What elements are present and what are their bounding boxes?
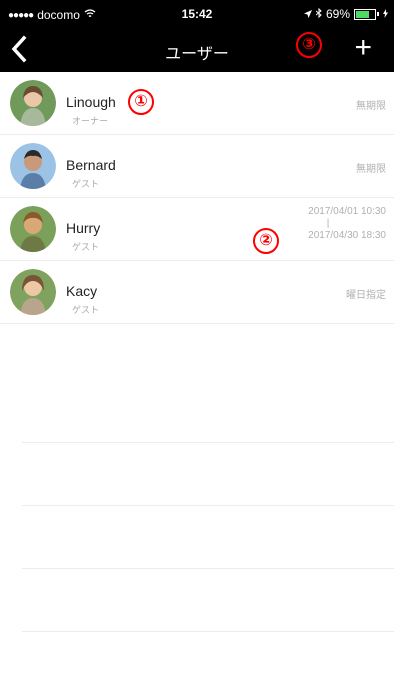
access-period: 2017/04/01 10:30 | 2017/04/30 18:30 <box>308 206 386 242</box>
user-role: ゲスト <box>72 179 100 189</box>
page-title: ユーザー <box>165 46 229 63</box>
user-role: ゲスト <box>72 242 100 252</box>
avatar <box>10 80 56 126</box>
add-user-button[interactable]: + <box>354 30 372 66</box>
user-row-linough[interactable]: Linough ① オーナー 無期限 <box>0 72 394 135</box>
user-name: Kacy <box>66 283 98 299</box>
avatar <box>10 269 56 315</box>
access-end: 2017/04/30 18:30 <box>308 230 386 241</box>
access-start: 2017/04/01 10:30 <box>308 206 386 217</box>
callout-2: ② <box>253 228 279 254</box>
bluetooth-icon <box>315 7 322 21</box>
user-list: Linough ① オーナー 無期限 Bernard ゲスト 無期限 Hurry… <box>0 72 394 324</box>
status-right: 69% <box>303 7 388 21</box>
avatar <box>10 143 56 189</box>
empty-list-area <box>22 380 394 632</box>
user-row-hurry[interactable]: Hurry ② ゲスト 2017/04/01 10:30 | 2017/04/3… <box>0 198 394 261</box>
access-period: 無期限 <box>356 101 386 112</box>
battery-tip <box>377 12 379 16</box>
user-name: Hurry <box>66 220 101 236</box>
user-row-bernard[interactable]: Bernard ゲスト 無期限 <box>0 135 394 198</box>
divider <box>22 443 394 506</box>
battery-icon <box>354 8 376 20</box>
access-separator: | <box>326 218 330 229</box>
user-name: Bernard <box>66 157 116 173</box>
battery-percent: 69% <box>325 7 350 21</box>
nav-bar: ユーザー ③ + <box>0 28 394 72</box>
user-row-kacy[interactable]: Kacy ゲスト 曜日指定 <box>0 261 394 324</box>
avatar <box>10 206 56 252</box>
status-bar: ●●●●● docomo 15:42 69% <box>0 0 394 28</box>
user-role: オーナー <box>72 116 109 126</box>
callout-3: ③ <box>296 32 322 58</box>
access-period: 曜日指定 <box>346 290 386 301</box>
user-role: ゲスト <box>72 305 100 315</box>
charging-icon <box>383 7 388 21</box>
callout-1: ① <box>128 89 154 115</box>
location-icon <box>303 7 312 21</box>
access-period: 無期限 <box>356 164 386 175</box>
divider <box>22 380 394 443</box>
divider <box>22 506 394 569</box>
user-name: Linough <box>66 94 116 110</box>
divider <box>22 569 394 632</box>
